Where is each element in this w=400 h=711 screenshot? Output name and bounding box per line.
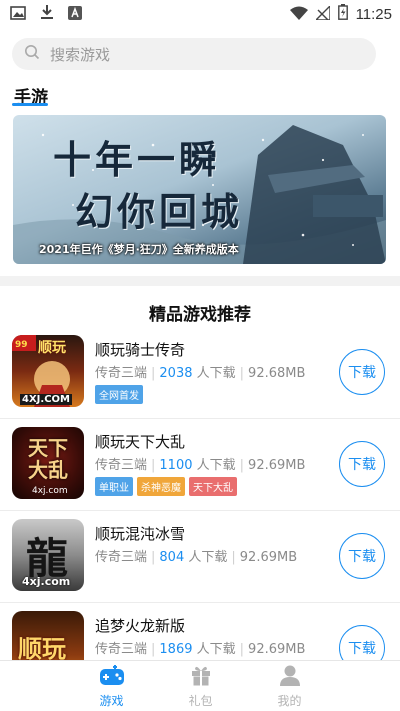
- game-size: 92.69MB: [248, 642, 306, 657]
- game-icon-sub: 4xj.com: [22, 575, 71, 588]
- list-item[interactable]: 天下大乱 4xj.com 顺玩天下大乱 传奇三端 | 1100 人下载 | 92.69M…: [0, 419, 400, 511]
- download-count: 804: [159, 550, 185, 565]
- game-category: 传奇三端: [95, 550, 148, 565]
- download-count: 1869: [159, 642, 193, 657]
- meta-divider: |: [239, 366, 245, 381]
- download-button[interactable]: 下载: [339, 349, 385, 395]
- game-tag: 天下大乱: [189, 477, 237, 496]
- game-meta: 传奇三端 | 1869 人下载 | 92.69MB: [95, 638, 305, 657]
- download-button[interactable]: 下载: [339, 533, 385, 579]
- game-size: 92.69MB: [248, 458, 306, 473]
- game-icon-sub: 4XJ.COM: [20, 394, 72, 405]
- download-count: 2038: [159, 366, 193, 381]
- download-button[interactable]: 下载: [339, 441, 385, 487]
- signal-off-icon: [313, 3, 331, 24]
- game-tags: 单职业 杀神恶魔 天下大乱: [95, 477, 237, 496]
- search-bar[interactable]: 搜索游戏: [12, 38, 376, 70]
- game-size: 92.69MB: [239, 550, 298, 565]
- game-category: 传奇三端: [95, 366, 148, 381]
- game-tag: 杀神恶魔: [137, 477, 185, 496]
- image-icon: [10, 5, 26, 24]
- promo-banner[interactable]: 十年一瞬 幻你回城 2021年巨作《梦月·狂刀》全新养成版本: [13, 115, 386, 264]
- clock: 11:25: [355, 5, 392, 23]
- banner-subtitle: 2021年巨作《梦月·狂刀》全新养成版本: [39, 243, 239, 256]
- game-icon-sub: 4xj.com: [32, 486, 68, 496]
- recommend-title: 精品游戏推荐: [149, 305, 251, 325]
- meta-divider: |: [231, 550, 236, 565]
- download-count-suffix: 人下载: [196, 366, 236, 381]
- banner-title-line2: 幻你回城: [75, 189, 244, 234]
- download-count: 1100: [159, 458, 193, 473]
- meta-divider: |: [151, 366, 156, 381]
- game-size: 92.68MB: [248, 366, 306, 381]
- meta-divider: |: [151, 642, 156, 657]
- search-icon: [24, 44, 40, 64]
- svg-text:99: 99: [15, 340, 28, 350]
- nav-item-gifts[interactable]: 礼包: [156, 661, 245, 711]
- download-count-suffix: 人下载: [188, 550, 228, 565]
- nav-item-profile[interactable]: 我的: [245, 661, 334, 711]
- battery-icon: [337, 4, 348, 24]
- game-name: 追梦火龙新版: [95, 617, 186, 635]
- game-icon: 99 顺玩 4XJ.COM: [12, 335, 84, 407]
- user-icon: [279, 664, 301, 690]
- game-name: 顺玩骑士传奇: [95, 341, 186, 359]
- meta-divider: |: [151, 550, 156, 565]
- download-count-suffix: 人下载: [196, 458, 236, 473]
- meta-divider: |: [239, 458, 245, 473]
- list-item[interactable]: 99 顺玩 4XJ.COM 顺玩骑士传奇 传奇三端 | 2038 人下载 | 92.68…: [0, 327, 400, 419]
- game-meta: 传奇三端 | 2038 人下载 | 92.68MB: [95, 362, 305, 381]
- gamepad-icon: [99, 664, 125, 690]
- game-meta: 传奇三端 | 804 人下载 | 92.69MB: [95, 546, 297, 565]
- game-icon: 龍 4xj.com: [12, 519, 84, 591]
- meta-divider: |: [239, 642, 245, 657]
- bottom-nav: 游戏 礼包 我的: [0, 660, 400, 711]
- status-bar: 11:25: [0, 0, 400, 28]
- gift-icon: [190, 664, 212, 690]
- nav-label-games: 游戏: [99, 694, 124, 708]
- game-tag: 全网首发: [95, 385, 143, 404]
- download-icon: [40, 4, 54, 24]
- nav-label-gifts: 礼包: [188, 694, 213, 708]
- download-count-suffix: 人下载: [196, 642, 236, 657]
- wifi-icon: [289, 5, 308, 24]
- game-icon-text: 天下大乱: [28, 436, 68, 482]
- banner-title-line1: 十年一瞬: [53, 137, 222, 182]
- game-list: 99 顺玩 4XJ.COM 顺玩骑士传奇 传奇三端 | 2038 人下载 | 92.68…: [0, 327, 400, 695]
- app-screen: 11:25 搜索游戏 手游 十年一瞬 幻你回城 2021年巨作《梦月·狂刀》全新…: [0, 0, 400, 711]
- game-name: 顺玩混沌冰雪: [95, 525, 186, 543]
- list-item[interactable]: 龍 4xj.com 顺玩混沌冰雪 传奇三端 | 804 人下载 | 92.69MB 下载: [0, 511, 400, 603]
- section-divider: [0, 276, 400, 286]
- font-app-icon: [68, 5, 82, 24]
- game-meta: 传奇三端 | 1100 人下载 | 92.69MB: [95, 454, 305, 473]
- nav-item-games[interactable]: 游戏: [67, 661, 156, 711]
- search-placeholder: 搜索游戏: [50, 45, 111, 64]
- game-name: 顺玩天下大乱: [95, 433, 186, 451]
- game-icon: 天下大乱 4xj.com: [12, 427, 84, 499]
- game-tag: 单职业: [95, 477, 133, 496]
- meta-divider: |: [151, 458, 156, 473]
- nav-label-profile: 我的: [277, 694, 302, 708]
- game-category: 传奇三端: [95, 642, 148, 657]
- game-icon-text: 顺玩: [18, 635, 66, 663]
- game-tags: 全网首发: [95, 385, 143, 404]
- game-category: 传奇三端: [95, 458, 148, 473]
- game-icon-text: 顺玩: [38, 340, 66, 356]
- section-underline: [12, 103, 48, 106]
